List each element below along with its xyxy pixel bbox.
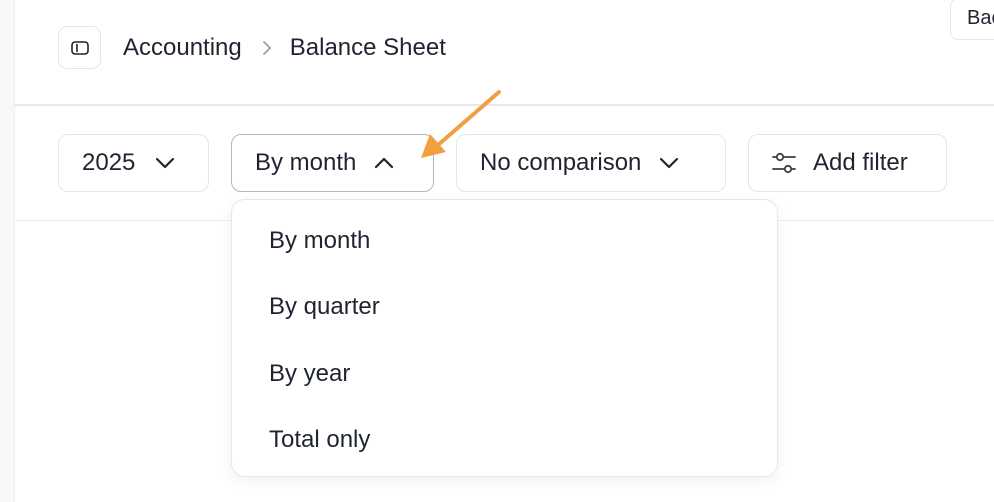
breadcrumb-balance-sheet: Balance Sheet <box>289 34 446 61</box>
menu-item-by-year[interactable]: By year <box>232 343 777 405</box>
add-filter-label: Add filter <box>813 149 908 176</box>
back-button[interactable]: Back <box>950 0 994 40</box>
add-filter-button[interactable]: Add filter <box>748 134 947 192</box>
year-select[interactable]: 2025 <box>58 134 209 192</box>
year-select-value: 2025 <box>82 149 136 176</box>
top-bar: Accounting Balance Sheet Back <box>15 0 994 106</box>
chevron-right-icon <box>262 40 272 56</box>
period-select-value: By month <box>255 149 357 176</box>
menu-item-total-only[interactable]: Total only <box>232 409 777 471</box>
period-select[interactable]: By month <box>231 134 434 192</box>
sliders-icon <box>771 151 797 175</box>
menu-item-by-quarter[interactable]: By quarter <box>232 276 777 338</box>
sidebar-toggle-button[interactable] <box>58 26 101 69</box>
chevron-down-icon <box>659 157 679 169</box>
balance-sheet-page: Accounting Balance Sheet Back 2025 By mo… <box>0 0 994 502</box>
left-sidebar-edge <box>0 0 15 502</box>
sidebar-toggle-icon <box>70 40 89 55</box>
menu-item-by-month[interactable]: By month <box>232 210 777 272</box>
chevron-down-icon <box>155 157 175 169</box>
period-dropdown-menu: By month By quarter By year Total only <box>231 199 778 477</box>
comparison-select-value: No comparison <box>480 149 642 176</box>
chevron-up-icon <box>374 157 394 169</box>
comparison-select[interactable]: No comparison <box>456 134 726 192</box>
breadcrumb: Accounting Balance Sheet <box>123 30 446 66</box>
breadcrumb-accounting[interactable]: Accounting <box>123 34 242 62</box>
